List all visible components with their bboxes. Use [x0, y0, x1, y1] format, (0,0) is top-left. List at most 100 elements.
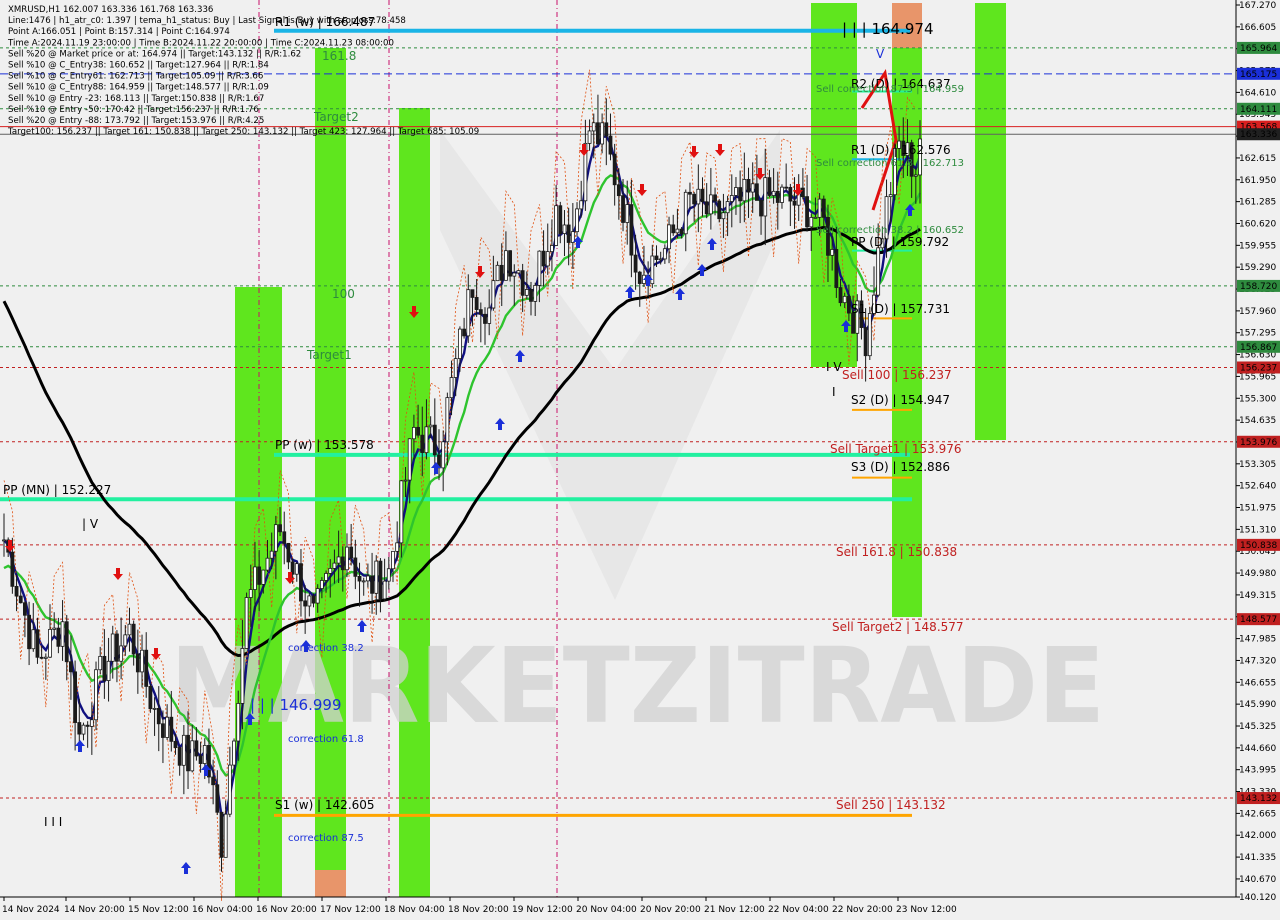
candle: [738, 187, 743, 202]
info-line: XMRUSD,H1 162.007 163.336 161.768 163.33…: [8, 5, 213, 15]
y-tick-label: 147.320: [1239, 656, 1276, 666]
x-tick-label: 20 Nov 04:00: [576, 905, 637, 915]
candle: [227, 764, 232, 815]
info-line: Time A:2024.11.19 23:00:00 | Time B:2024…: [7, 38, 394, 48]
candle: [575, 208, 579, 233]
candle: [708, 194, 713, 215]
price-tag-label: 158.720: [1240, 282, 1277, 292]
candle: [838, 287, 843, 304]
y-tick-label: 159.290: [1239, 263, 1276, 273]
candle: [144, 649, 149, 687]
level-label: | V: [82, 517, 99, 531]
candle: [240, 648, 245, 704]
candle: [524, 289, 529, 296]
time-zone: [315, 870, 346, 897]
candle: [244, 597, 249, 649]
candle: [177, 747, 182, 766]
y-tick-label: 143.995: [1239, 766, 1276, 776]
price-tag-label: 143.132: [1240, 794, 1277, 804]
candle: [14, 585, 19, 597]
candle: [658, 258, 663, 261]
candle: [851, 312, 855, 334]
y-tick-label: 157.295: [1239, 329, 1276, 339]
time-zone: [399, 108, 430, 897]
candle: [319, 580, 324, 589]
candle: [587, 130, 592, 144]
level-label: Sell 100 | 156.237: [842, 368, 952, 382]
level-label: correction 87.5: [288, 833, 364, 844]
candle: [190, 740, 195, 772]
x-tick-label: 15 Nov 12:00: [128, 905, 189, 915]
candle: [261, 569, 266, 585]
candle: [386, 568, 391, 582]
buy-arrow: [181, 862, 191, 874]
candle: [273, 524, 278, 552]
candle: [27, 614, 31, 650]
level-label: Target1: [306, 348, 352, 362]
level-label: V: [876, 47, 885, 61]
level-label: I I I: [44, 815, 62, 829]
candle: [395, 542, 400, 552]
candle: [633, 254, 638, 273]
level-label: Sell Target1 | 153.976: [830, 442, 962, 456]
level-label: I: [832, 385, 836, 399]
candle: [64, 621, 69, 663]
candle: [759, 200, 763, 217]
candle: [282, 531, 287, 544]
y-tick-label: 142.665: [1239, 809, 1276, 819]
y-tick-label: 149.980: [1239, 569, 1276, 579]
level-label: Sell 250 | 143.132: [836, 798, 946, 812]
candle: [115, 633, 119, 662]
candle: [424, 426, 429, 454]
candle: [353, 557, 358, 577]
watermark-logo: [440, 130, 780, 600]
candle: [173, 740, 178, 748]
candle: [56, 627, 61, 647]
candle: [441, 441, 446, 469]
candle: [69, 661, 73, 673]
candle: [579, 200, 584, 210]
y-tick-label: 145.325: [1239, 722, 1276, 732]
candle: [487, 307, 492, 324]
candle: [370, 575, 374, 594]
candle: [654, 255, 659, 260]
candle: [403, 479, 408, 482]
candle: [2, 539, 6, 542]
chart-window: { "chart_data": { "type": "candlestick",…: [0, 0, 1280, 920]
price-tag-label: 156.237: [1240, 363, 1277, 373]
y-tick-label: 151.975: [1239, 504, 1276, 514]
candle: [265, 557, 270, 571]
candle: [692, 193, 697, 205]
candle: [374, 560, 379, 594]
x-tick-label: 18 Nov 04:00: [384, 905, 445, 915]
info-line: Sell %10 @ C_Entry38: 160.652 || Target:…: [8, 61, 269, 71]
candle: [391, 550, 395, 570]
price-chart[interactable]: MARKETZITRADE R1 (w) | 166.487 | | | 164.…: [0, 0, 1280, 920]
candle: [294, 563, 299, 575]
y-tick-label: 142.000: [1239, 831, 1276, 841]
y-tick-label: 140.670: [1239, 875, 1276, 885]
y-tick-label: 141.335: [1239, 853, 1276, 863]
candle: [629, 204, 634, 256]
level-label: 100: [332, 287, 355, 301]
candle: [876, 247, 881, 296]
candle: [683, 191, 688, 235]
candle: [148, 686, 153, 710]
candle: [800, 187, 805, 197]
y-tick-label: 164.610: [1239, 88, 1276, 98]
candle: [867, 313, 872, 357]
candle: [407, 438, 412, 481]
candle: [43, 656, 48, 659]
candle: [545, 251, 550, 267]
candle: [248, 589, 253, 598]
candle: [788, 187, 793, 202]
candle: [888, 194, 893, 198]
candle: [449, 377, 454, 399]
candle: [299, 563, 303, 602]
candle: [399, 480, 404, 544]
info-line: Line:1476 | h1_atr_c0: 1.397 | tema_h1_s…: [8, 16, 406, 26]
candle: [805, 196, 809, 228]
candle: [307, 595, 312, 607]
candle: [194, 740, 199, 757]
candle: [717, 200, 722, 220]
